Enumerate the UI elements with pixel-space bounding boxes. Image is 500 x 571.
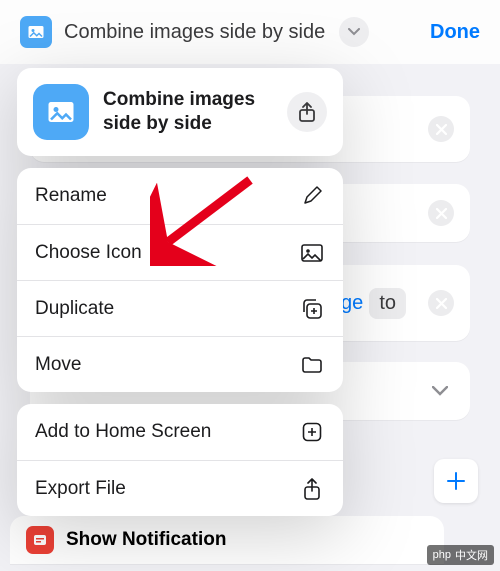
- popover-header: Combine images side by side: [17, 68, 343, 156]
- chevron-down-icon[interactable]: [432, 386, 448, 396]
- menu-label: Move: [35, 354, 81, 376]
- menu-label: Duplicate: [35, 298, 114, 320]
- close-icon[interactable]: [428, 200, 454, 226]
- image-icon: [46, 97, 76, 127]
- options-chevron[interactable]: [339, 17, 369, 47]
- image-icon: [299, 244, 325, 262]
- menu-group-2: Add to Home Screen Export File: [17, 404, 343, 516]
- chevron-down-icon: [348, 28, 360, 36]
- plus-icon: [445, 470, 467, 492]
- menu-rename[interactable]: Rename: [17, 168, 343, 224]
- watermark-text: 中文网: [455, 547, 488, 563]
- action-label: Show Notification: [66, 529, 226, 551]
- menu-label: Add to Home Screen: [35, 421, 211, 443]
- pencil-icon: [299, 186, 325, 206]
- menu-label: Rename: [35, 185, 107, 207]
- menu-add-home[interactable]: Add to Home Screen: [17, 404, 343, 460]
- close-icon[interactable]: [428, 116, 454, 142]
- share-icon: [298, 102, 316, 122]
- shortcut-icon-large: [33, 84, 89, 140]
- php-logo-icon: php: [433, 549, 451, 561]
- options-popover: Combine images side by side Rename Choos…: [17, 68, 343, 528]
- close-icon[interactable]: [428, 290, 454, 316]
- menu-label: Choose Icon: [35, 242, 142, 264]
- plus-square-icon: [299, 422, 325, 442]
- menu-group-1: Rename Choose Icon Duplicate Move: [17, 168, 343, 392]
- image-icon: [27, 23, 45, 41]
- popover-title: Combine images side by side: [103, 88, 273, 136]
- share-up-icon: [299, 478, 325, 500]
- duplicate-icon: [299, 298, 325, 320]
- shortcut-title: Combine images side by side: [64, 21, 325, 44]
- shortcut-icon[interactable]: [20, 16, 52, 48]
- connector-to: to: [369, 288, 406, 319]
- menu-duplicate[interactable]: Duplicate: [17, 280, 343, 336]
- share-button[interactable]: [287, 92, 327, 132]
- notification-icon: [26, 526, 54, 554]
- menu-export[interactable]: Export File: [17, 460, 343, 516]
- menu-choose-icon[interactable]: Choose Icon: [17, 224, 343, 280]
- done-button[interactable]: Done: [430, 21, 480, 44]
- folder-icon: [299, 356, 325, 374]
- menu-label: Export File: [35, 478, 126, 500]
- shortcut-toolbar: Combine images side by side Done: [0, 0, 500, 64]
- menu-move[interactable]: Move: [17, 336, 343, 392]
- watermark: php 中文网: [427, 545, 494, 565]
- add-action-button[interactable]: [434, 459, 478, 503]
